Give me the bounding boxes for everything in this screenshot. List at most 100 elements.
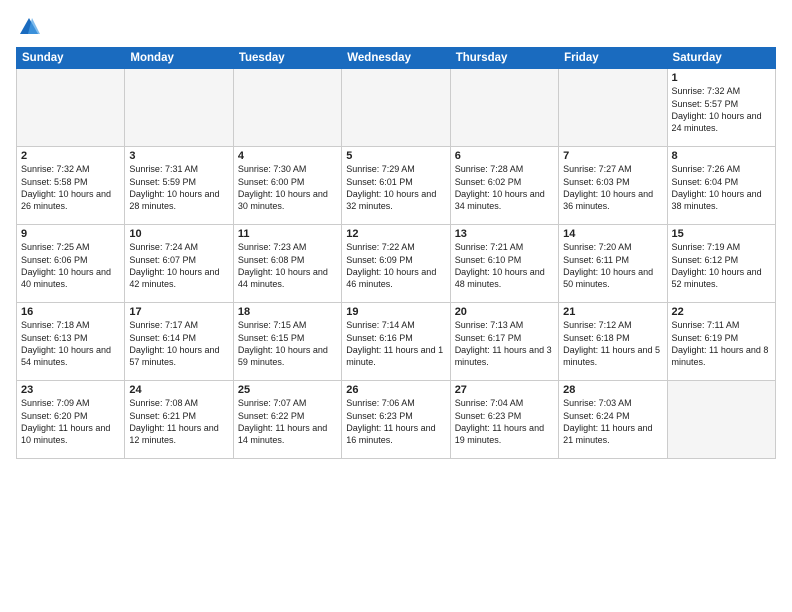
day-number: 27 bbox=[455, 384, 554, 396]
day-info: Sunrise: 7:22 AM Sunset: 6:09 PM Dayligh… bbox=[346, 241, 445, 290]
calendar-week-row: 1Sunrise: 7:32 AM Sunset: 5:57 PM Daylig… bbox=[17, 69, 776, 147]
calendar-cell: 2Sunrise: 7:32 AM Sunset: 5:58 PM Daylig… bbox=[17, 147, 125, 225]
day-number: 15 bbox=[672, 228, 771, 240]
weekday-header: Thursday bbox=[450, 48, 558, 69]
day-info: Sunrise: 7:30 AM Sunset: 6:00 PM Dayligh… bbox=[238, 163, 337, 212]
calendar-cell: 7Sunrise: 7:27 AM Sunset: 6:03 PM Daylig… bbox=[559, 147, 667, 225]
day-number: 9 bbox=[21, 228, 120, 240]
day-number: 17 bbox=[129, 306, 228, 318]
day-info: Sunrise: 7:08 AM Sunset: 6:21 PM Dayligh… bbox=[129, 397, 228, 446]
calendar-cell: 17Sunrise: 7:17 AM Sunset: 6:14 PM Dayli… bbox=[125, 303, 233, 381]
day-info: Sunrise: 7:07 AM Sunset: 6:22 PM Dayligh… bbox=[238, 397, 337, 446]
calendar-week-row: 23Sunrise: 7:09 AM Sunset: 6:20 PM Dayli… bbox=[17, 381, 776, 459]
day-number: 10 bbox=[129, 228, 228, 240]
day-info: Sunrise: 7:28 AM Sunset: 6:02 PM Dayligh… bbox=[455, 163, 554, 212]
day-number: 4 bbox=[238, 150, 337, 162]
day-info: Sunrise: 7:14 AM Sunset: 6:16 PM Dayligh… bbox=[346, 319, 445, 368]
calendar-header-row: SundayMondayTuesdayWednesdayThursdayFrid… bbox=[17, 48, 776, 69]
calendar-cell: 14Sunrise: 7:20 AM Sunset: 6:11 PM Dayli… bbox=[559, 225, 667, 303]
calendar-cell: 28Sunrise: 7:03 AM Sunset: 6:24 PM Dayli… bbox=[559, 381, 667, 459]
day-number: 13 bbox=[455, 228, 554, 240]
calendar-cell: 5Sunrise: 7:29 AM Sunset: 6:01 PM Daylig… bbox=[342, 147, 450, 225]
weekday-header: Monday bbox=[125, 48, 233, 69]
logo-icon bbox=[18, 16, 40, 38]
calendar-cell: 16Sunrise: 7:18 AM Sunset: 6:13 PM Dayli… bbox=[17, 303, 125, 381]
calendar-cell: 24Sunrise: 7:08 AM Sunset: 6:21 PM Dayli… bbox=[125, 381, 233, 459]
day-info: Sunrise: 7:04 AM Sunset: 6:23 PM Dayligh… bbox=[455, 397, 554, 446]
day-info: Sunrise: 7:11 AM Sunset: 6:19 PM Dayligh… bbox=[672, 319, 771, 368]
day-number: 11 bbox=[238, 228, 337, 240]
day-info: Sunrise: 7:15 AM Sunset: 6:15 PM Dayligh… bbox=[238, 319, 337, 368]
calendar-cell: 15Sunrise: 7:19 AM Sunset: 6:12 PM Dayli… bbox=[667, 225, 775, 303]
day-info: Sunrise: 7:27 AM Sunset: 6:03 PM Dayligh… bbox=[563, 163, 662, 212]
weekday-header: Saturday bbox=[667, 48, 775, 69]
day-info: Sunrise: 7:18 AM Sunset: 6:13 PM Dayligh… bbox=[21, 319, 120, 368]
weekday-header: Sunday bbox=[17, 48, 125, 69]
calendar-cell: 21Sunrise: 7:12 AM Sunset: 6:18 PM Dayli… bbox=[559, 303, 667, 381]
day-info: Sunrise: 7:12 AM Sunset: 6:18 PM Dayligh… bbox=[563, 319, 662, 368]
calendar-cell bbox=[450, 69, 558, 147]
calendar-cell: 19Sunrise: 7:14 AM Sunset: 6:16 PM Dayli… bbox=[342, 303, 450, 381]
header bbox=[16, 12, 776, 41]
day-info: Sunrise: 7:32 AM Sunset: 5:58 PM Dayligh… bbox=[21, 163, 120, 212]
day-info: Sunrise: 7:06 AM Sunset: 6:23 PM Dayligh… bbox=[346, 397, 445, 446]
day-number: 12 bbox=[346, 228, 445, 240]
calendar-cell: 23Sunrise: 7:09 AM Sunset: 6:20 PM Dayli… bbox=[17, 381, 125, 459]
calendar-cell: 18Sunrise: 7:15 AM Sunset: 6:15 PM Dayli… bbox=[233, 303, 341, 381]
day-info: Sunrise: 7:13 AM Sunset: 6:17 PM Dayligh… bbox=[455, 319, 554, 368]
day-number: 20 bbox=[455, 306, 554, 318]
calendar-cell bbox=[233, 69, 341, 147]
page: SundayMondayTuesdayWednesdayThursdayFrid… bbox=[0, 0, 792, 612]
day-number: 2 bbox=[21, 150, 120, 162]
weekday-header: Friday bbox=[559, 48, 667, 69]
day-info: Sunrise: 7:09 AM Sunset: 6:20 PM Dayligh… bbox=[21, 397, 120, 446]
day-info: Sunrise: 7:23 AM Sunset: 6:08 PM Dayligh… bbox=[238, 241, 337, 290]
day-number: 16 bbox=[21, 306, 120, 318]
calendar-table: SundayMondayTuesdayWednesdayThursdayFrid… bbox=[16, 47, 776, 459]
day-number: 26 bbox=[346, 384, 445, 396]
calendar-week-row: 16Sunrise: 7:18 AM Sunset: 6:13 PM Dayli… bbox=[17, 303, 776, 381]
day-info: Sunrise: 7:26 AM Sunset: 6:04 PM Dayligh… bbox=[672, 163, 771, 212]
day-number: 23 bbox=[21, 384, 120, 396]
day-info: Sunrise: 7:17 AM Sunset: 6:14 PM Dayligh… bbox=[129, 319, 228, 368]
day-number: 22 bbox=[672, 306, 771, 318]
calendar-cell: 6Sunrise: 7:28 AM Sunset: 6:02 PM Daylig… bbox=[450, 147, 558, 225]
day-number: 21 bbox=[563, 306, 662, 318]
calendar-cell: 4Sunrise: 7:30 AM Sunset: 6:00 PM Daylig… bbox=[233, 147, 341, 225]
day-info: Sunrise: 7:19 AM Sunset: 6:12 PM Dayligh… bbox=[672, 241, 771, 290]
day-info: Sunrise: 7:21 AM Sunset: 6:10 PM Dayligh… bbox=[455, 241, 554, 290]
day-number: 14 bbox=[563, 228, 662, 240]
day-info: Sunrise: 7:25 AM Sunset: 6:06 PM Dayligh… bbox=[21, 241, 120, 290]
day-number: 3 bbox=[129, 150, 228, 162]
calendar-cell: 1Sunrise: 7:32 AM Sunset: 5:57 PM Daylig… bbox=[667, 69, 775, 147]
calendar-cell bbox=[667, 381, 775, 459]
day-number: 7 bbox=[563, 150, 662, 162]
day-number: 24 bbox=[129, 384, 228, 396]
calendar-cell: 12Sunrise: 7:22 AM Sunset: 6:09 PM Dayli… bbox=[342, 225, 450, 303]
calendar-cell: 27Sunrise: 7:04 AM Sunset: 6:23 PM Dayli… bbox=[450, 381, 558, 459]
day-number: 6 bbox=[455, 150, 554, 162]
day-number: 28 bbox=[563, 384, 662, 396]
calendar-cell: 11Sunrise: 7:23 AM Sunset: 6:08 PM Dayli… bbox=[233, 225, 341, 303]
calendar-cell bbox=[342, 69, 450, 147]
weekday-header: Wednesday bbox=[342, 48, 450, 69]
weekday-header: Tuesday bbox=[233, 48, 341, 69]
calendar-cell bbox=[559, 69, 667, 147]
calendar-cell: 13Sunrise: 7:21 AM Sunset: 6:10 PM Dayli… bbox=[450, 225, 558, 303]
day-number: 19 bbox=[346, 306, 445, 318]
calendar-week-row: 9Sunrise: 7:25 AM Sunset: 6:06 PM Daylig… bbox=[17, 225, 776, 303]
calendar-cell: 20Sunrise: 7:13 AM Sunset: 6:17 PM Dayli… bbox=[450, 303, 558, 381]
calendar-cell: 22Sunrise: 7:11 AM Sunset: 6:19 PM Dayli… bbox=[667, 303, 775, 381]
day-number: 5 bbox=[346, 150, 445, 162]
day-number: 25 bbox=[238, 384, 337, 396]
day-number: 1 bbox=[672, 72, 771, 84]
day-number: 18 bbox=[238, 306, 337, 318]
calendar-cell: 3Sunrise: 7:31 AM Sunset: 5:59 PM Daylig… bbox=[125, 147, 233, 225]
calendar-cell: 8Sunrise: 7:26 AM Sunset: 6:04 PM Daylig… bbox=[667, 147, 775, 225]
calendar-cell bbox=[17, 69, 125, 147]
calendar-cell bbox=[125, 69, 233, 147]
day-info: Sunrise: 7:29 AM Sunset: 6:01 PM Dayligh… bbox=[346, 163, 445, 212]
calendar-cell: 9Sunrise: 7:25 AM Sunset: 6:06 PM Daylig… bbox=[17, 225, 125, 303]
calendar-cell: 26Sunrise: 7:06 AM Sunset: 6:23 PM Dayli… bbox=[342, 381, 450, 459]
calendar-cell: 25Sunrise: 7:07 AM Sunset: 6:22 PM Dayli… bbox=[233, 381, 341, 459]
